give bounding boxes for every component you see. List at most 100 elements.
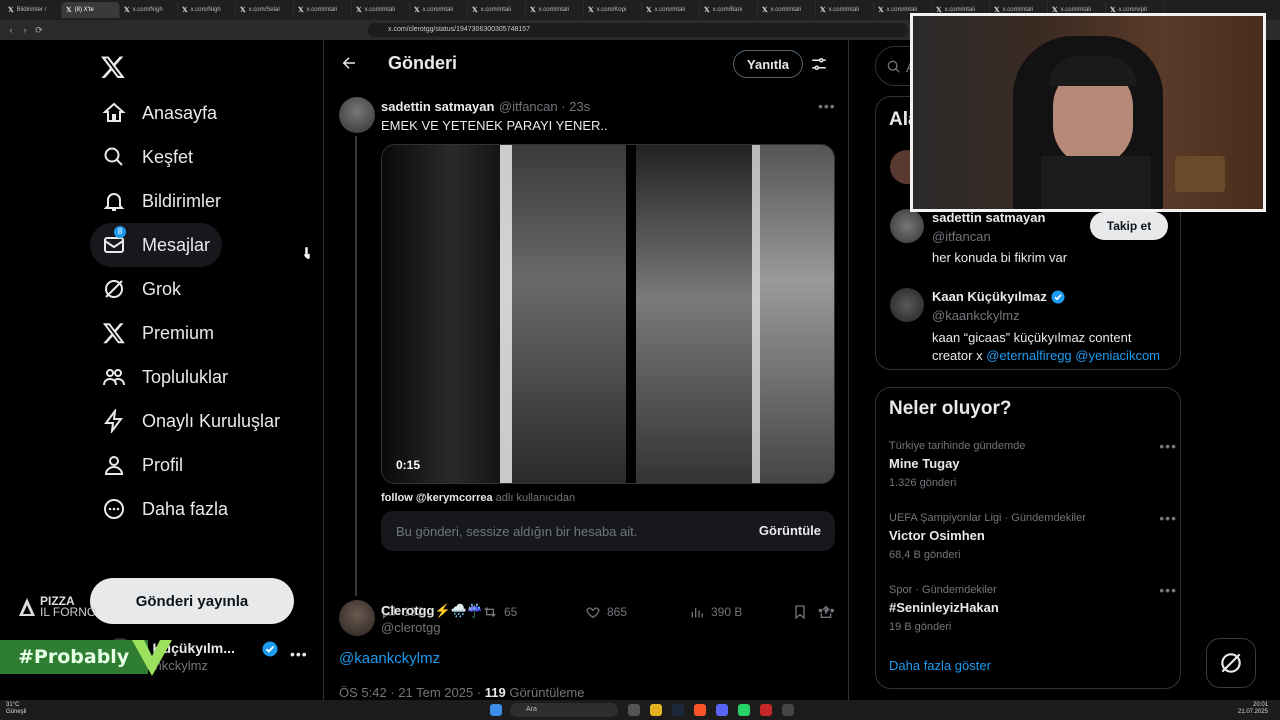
- app-icon[interactable]: [760, 704, 772, 716]
- trend-count: 68,4 B gönderi: [889, 549, 961, 561]
- tweet-text: EMEK VE YETENEK PARAYI YENER..: [381, 118, 608, 133]
- browser-tab[interactable]: 𝕏x.com/mtali: [816, 2, 874, 18]
- more-circle-icon: [104, 499, 124, 519]
- reply-author-handle[interactable]: @clerotgg: [381, 620, 440, 635]
- browser-tab[interactable]: 𝕏x.com/mtali: [526, 2, 584, 18]
- muted-notice-text: Bu gönderi, sessize aldığın bir hesaba a…: [396, 524, 638, 539]
- browser-tab[interactable]: 𝕏x.com/mtali: [468, 2, 526, 18]
- suggested-user-handle[interactable]: @itfancan: [932, 229, 991, 244]
- trend-more-icon[interactable]: •••: [1159, 510, 1177, 526]
- x-logo-icon[interactable]: [100, 54, 126, 85]
- sidebar-item-anasayfa[interactable]: Anasayfa: [90, 91, 229, 135]
- weather-desc: Güneşli: [6, 709, 27, 715]
- trend-item[interactable]: Spor · Gündemdekiler #SeninleyizHakan 19 B…: [889, 582, 1176, 633]
- back-arrow-icon[interactable]: [340, 54, 358, 77]
- sidebar-item-profil[interactable]: Profil: [90, 443, 195, 487]
- suggested-user-name[interactable]: Kaan Küçükyılmaz: [932, 289, 1047, 304]
- browser-tab-label: x.com/Bani: [712, 7, 743, 13]
- browser-tab[interactable]: 𝕏x.com/mtali: [410, 2, 468, 18]
- suggested-user-name[interactable]: sadettin satmayan: [932, 210, 1045, 225]
- taskbar-search[interactable]: Ara: [510, 703, 618, 717]
- sidebar-item-bildirimler[interactable]: Bildirimler: [90, 179, 233, 223]
- browser-tab[interactable]: 𝕏x.com/mtali: [642, 2, 700, 18]
- suggested-user-handle[interactable]: @kaankckylmz: [932, 308, 1020, 323]
- sidebar-item-premium[interactable]: Premium: [90, 311, 226, 355]
- reply-author-name[interactable]: Clerotgg⚡🌧️☔: [381, 602, 483, 620]
- avatar[interactable]: [339, 97, 375, 133]
- browser-tab[interactable]: 𝕏x.com/Nigh: [178, 2, 236, 18]
- like-action[interactable]: 865: [585, 604, 627, 620]
- tweet-view-count: 119: [484, 685, 506, 700]
- trend-more-icon[interactable]: •••: [1159, 582, 1177, 598]
- clock[interactable]: 20:01 21.07.2025: [1238, 702, 1268, 716]
- browser-tab[interactable]: 𝕏x.com/mtali: [758, 2, 816, 18]
- sidebar-item-grok[interactable]: Grok: [90, 267, 193, 311]
- bio-link[interactable]: @yeniacikcom: [1075, 348, 1160, 363]
- repost-action[interactable]: 65: [482, 604, 517, 620]
- steam-icon[interactable]: [672, 704, 684, 716]
- browser-tab[interactable]: 𝕏x.com/mtali: [294, 2, 352, 18]
- discord-icon[interactable]: [716, 704, 728, 716]
- views-action[interactable]: 390 B: [689, 604, 742, 620]
- url-field[interactable]: x.com/clerotgg/status/194730630030574815…: [368, 23, 908, 37]
- x-favicon-icon: 𝕏: [530, 7, 536, 14]
- webcam-overlay: [910, 13, 1266, 212]
- view-muted-button[interactable]: Görüntüle: [759, 523, 821, 538]
- browser-tab[interactable]: 𝕏x.com/mtali: [352, 2, 410, 18]
- weather-widget[interactable]: 31°C Güneşli: [6, 702, 26, 716]
- browser-tab[interactable]: 𝕏 Bildirimler /: [4, 2, 62, 18]
- avatar[interactable]: [339, 600, 375, 636]
- trends-title: Neler oluyor?: [889, 398, 1012, 419]
- trend-title: Mine Tugay: [889, 456, 960, 471]
- tweet-video[interactable]: 0:15: [381, 144, 835, 484]
- reply-button[interactable]: Yanıtla: [733, 50, 803, 78]
- sidebar-item-topluluklar[interactable]: Topluluklar: [90, 355, 240, 399]
- show-more-link[interactable]: Daha fazla göster: [889, 658, 991, 673]
- trend-item[interactable]: UEFA Şampiyonlar Ligi · Gündemdekiler Vic…: [889, 510, 1176, 561]
- bolt-icon: [104, 409, 123, 433]
- browser-tab-label: x.com/mtali: [654, 7, 685, 13]
- x-logo-icon: [102, 323, 125, 344]
- settings-icon[interactable]: [782, 704, 794, 716]
- x-favicon-icon: 𝕏: [820, 7, 826, 14]
- mention-link[interactable]: @kaankckylmz: [339, 650, 440, 667]
- file-explorer-icon[interactable]: [650, 704, 662, 716]
- avatar[interactable]: [890, 209, 924, 243]
- views-chart-icon: [691, 608, 703, 618]
- browser-tab[interactable]: 𝕏x.com/Selal: [236, 2, 294, 18]
- windows-start-icon[interactable]: [490, 704, 502, 716]
- account-more-icon[interactable]: •••: [290, 646, 308, 662]
- sidebar-item-daha-fazla[interactable]: Daha fazla: [90, 487, 240, 531]
- forward-nav-icon[interactable]: ›: [18, 25, 32, 35]
- tweet-author-name[interactable]: sadettin satmayan: [381, 99, 494, 114]
- whatsapp-icon[interactable]: [738, 704, 750, 716]
- browser-tab[interactable]: 𝕏x.com/Nigh: [120, 2, 178, 18]
- trend-more-icon[interactable]: •••: [1159, 438, 1177, 454]
- bio-link[interactable]: @eternalfiregg: [986, 348, 1071, 363]
- tweet-timestamp[interactable]: ÖS 5:42 · 21 Tem 2025 ·: [339, 685, 485, 700]
- browser-tab[interactable]: 𝕏x.com/Bani: [700, 2, 758, 18]
- post-button[interactable]: Gönderi yayınla: [90, 578, 294, 624]
- sidebar-item-keşfet[interactable]: Keşfet: [90, 135, 205, 179]
- tweet-more-icon[interactable]: •••: [818, 98, 836, 114]
- task-view-icon[interactable]: [628, 704, 640, 716]
- tweet-view-label: Görüntüleme: [505, 685, 585, 700]
- follow-button[interactable]: Takip et: [1090, 212, 1168, 240]
- settings-sliders-icon[interactable]: [810, 55, 828, 78]
- video-duration: 0:15: [396, 458, 421, 472]
- back-nav-icon[interactable]: ‹: [4, 25, 18, 35]
- browser-tab[interactable]: 𝕏 (8) X'te: [62, 2, 120, 18]
- grok-button[interactable]: [1206, 638, 1256, 688]
- suggested-user-bio: her konuda bi fikrim var: [932, 250, 1068, 265]
- tweet-author-handle[interactable]: @itfancan · 23s: [499, 99, 590, 114]
- tweet-more-icon[interactable]: •••: [818, 602, 836, 618]
- follow-note-user[interactable]: follow @kerymcorrea: [381, 492, 493, 504]
- sidebar-item-onaylı-kuruluşlar[interactable]: Onaylı Kuruluşlar: [90, 399, 292, 443]
- trend-item[interactable]: Türkiye tarihinde gündemde Mine Tugay 1.32…: [889, 438, 1176, 489]
- avatar[interactable]: [890, 288, 924, 322]
- brave-icon[interactable]: [694, 704, 706, 716]
- sidebar-item-mesajlar[interactable]: Mesajlar: [90, 223, 223, 267]
- reload-icon[interactable]: ⟳: [32, 25, 46, 36]
- browser-tab[interactable]: 𝕏x.com/Kopi: [584, 2, 642, 18]
- bookmark-icon[interactable]: [792, 604, 808, 620]
